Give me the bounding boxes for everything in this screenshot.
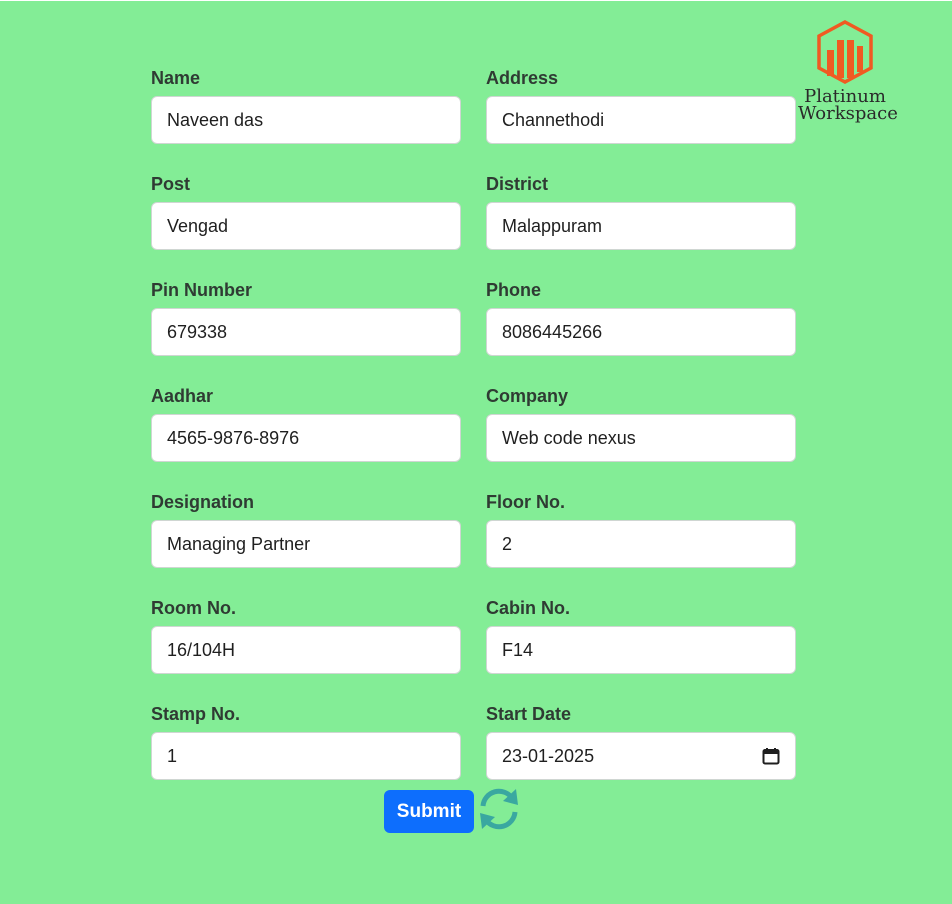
address-input[interactable]: Channethodi — [486, 96, 796, 144]
post-value: Vengad — [167, 215, 229, 236]
aadhar-value: 4565-9876-8976 — [167, 427, 300, 448]
post-input[interactable]: Vengad — [151, 202, 461, 250]
name-input[interactable]: Naveen das — [151, 96, 461, 144]
stamp-no-label: Stamp No. — [151, 704, 241, 724]
aadhar-group: Aadhar 4565-9876-8976 — [151, 384, 461, 490]
calendar-icon[interactable] — [762, 747, 780, 765]
pin-number-label: Pin Number — [151, 280, 253, 300]
designation-group: Designation Managing Partner — [151, 490, 461, 596]
name-label: Name — [151, 68, 201, 88]
room-no-value: 16/104H — [167, 639, 236, 660]
address-label: Address — [486, 68, 559, 88]
room-no-input[interactable]: 16/104H — [151, 626, 461, 674]
start-date-input[interactable]: 23-01-2025 — [486, 732, 796, 780]
name-value: Naveen das — [167, 109, 264, 130]
room-no-group: Room No. 16/104H — [151, 596, 461, 702]
phone-input[interactable]: 8086445266 — [486, 308, 796, 356]
company-label: Company — [486, 386, 569, 406]
submit-button[interactable]: Submit — [384, 790, 474, 833]
form-row: Aadhar 4565-9876-8976 Company Web code nexu… — [151, 384, 796, 490]
form-row: Post Vengad District Malappuram — [151, 172, 796, 278]
company-input[interactable]: Web code nexus — [486, 414, 796, 462]
cabin-no-input[interactable]: F14 — [486, 626, 796, 674]
aadhar-input[interactable]: 4565-9876-8976 — [151, 414, 461, 462]
phone-label: Phone — [486, 280, 542, 300]
start-date-label: Start Date — [486, 704, 572, 724]
logo-text-line2: Workspace — [798, 103, 898, 124]
district-value: Malappuram — [502, 215, 603, 236]
stamp-no-value: 1 — [167, 745, 178, 766]
post-label: Post — [151, 174, 191, 194]
cabin-no-value: F14 — [502, 639, 534, 660]
designation-label: Designation — [151, 492, 255, 512]
start-date-group: Start Date 23-01-2025 — [486, 702, 796, 808]
room-no-label: Room No. — [151, 598, 236, 618]
pin-number-input[interactable]: 679338 — [151, 308, 461, 356]
phone-value: 8086445266 — [502, 321, 603, 342]
logo-hexagon-icon — [817, 20, 873, 84]
designation-value: Managing Partner — [167, 533, 311, 554]
pin-number-group: Pin Number 679338 — [151, 278, 461, 384]
form-row: Pin Number 679338 Phone 8086445266 — [151, 278, 796, 384]
floor-no-input[interactable]: 2 — [486, 520, 796, 568]
form-row: Designation Managing Partner Floor No. 2 — [151, 490, 796, 596]
district-group: District Malappuram — [486, 172, 796, 278]
cabin-no-label: Cabin No. — [486, 598, 570, 618]
top-border — [0, 0, 952, 1]
designation-input[interactable]: Managing Partner — [151, 520, 461, 568]
address-group: Address Channethodi — [486, 66, 796, 172]
pin-number-value: 679338 — [167, 321, 228, 342]
floor-no-group: Floor No. 2 — [486, 490, 796, 596]
post-group: Post Vengad — [151, 172, 461, 278]
district-label: District — [486, 174, 549, 194]
platinum-workspace-logo: Platinum Workspace — [798, 20, 898, 124]
floor-no-label: Floor No. — [486, 492, 565, 512]
stamp-no-input[interactable]: 1 — [151, 732, 461, 780]
aadhar-label: Aadhar — [151, 386, 214, 406]
refresh-icon[interactable] — [474, 786, 524, 837]
form-row: Room No. 16/104H Cabin No. F14 — [151, 596, 796, 702]
address-value: Channethodi — [502, 109, 605, 130]
form-row: Name Naveen das Address Channethodi — [151, 66, 796, 172]
company-group: Company Web code nexus — [486, 384, 796, 490]
district-input[interactable]: Malappuram — [486, 202, 796, 250]
start-date-value: 23-01-2025 — [502, 745, 595, 766]
floor-no-value: 2 — [502, 533, 513, 554]
company-value: Web code nexus — [502, 427, 636, 448]
name-group: Name Naveen das — [151, 66, 461, 172]
form-actions: Submit — [384, 786, 524, 837]
phone-group: Phone 8086445266 — [486, 278, 796, 384]
registration-form: Name Naveen das Address Channethodi Post Veng… — [151, 66, 796, 808]
cabin-no-group: Cabin No. F14 — [486, 596, 796, 702]
